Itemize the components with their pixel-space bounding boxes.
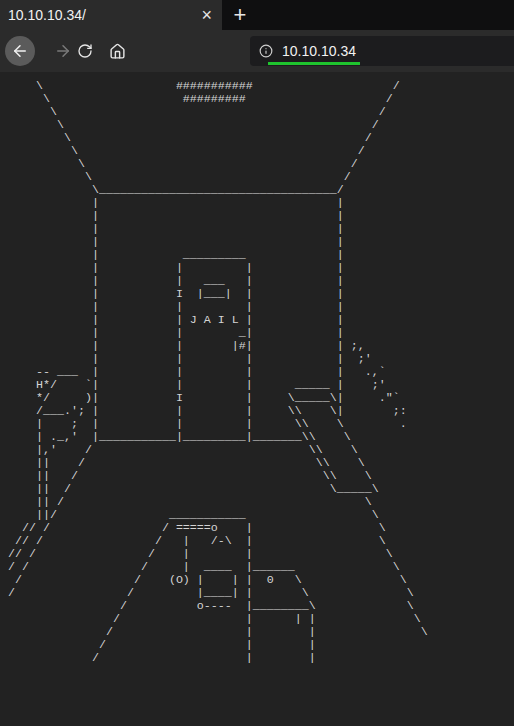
art-line: | | [8,197,514,210]
tab-strip: 10.10.10.34/ × + [0,0,514,30]
art-line: | | ___ | | [8,275,514,288]
art-line: // / / | /-\ | \ [8,535,514,548]
browser-tab[interactable]: 10.10.10.34/ × [0,0,222,30]
art-line: / | | [8,652,514,665]
ascii-art: \ ########### / \ ######### / \ / \ [8,80,514,665]
art-line: / o---- |________\ \ [8,600,514,613]
art-line: | _________ | [8,249,514,262]
address-bar[interactable]: 10.10.10.34 [250,36,514,66]
art-line: / | | [8,639,514,652]
art-line: | ._,' |___________|_________|_______\\ … [8,431,514,444]
toolbar: 10.10.10.34 [0,30,514,72]
art-line: // / / | | \ [8,548,514,561]
art-line: / / (O) | | | 0 \ \ [8,574,514,587]
art-line: | | | | [8,262,514,275]
art-line: \ / [8,119,514,132]
arrow-right-icon [54,42,72,60]
new-tab-button[interactable]: + [222,0,258,30]
art-line: | | [8,236,514,249]
art-line: | | | | [8,301,514,314]
tab-close-button[interactable]: × [201,6,212,24]
art-line: || / \ [8,496,514,509]
art-line: */ )| I | \_____\| ."` [8,392,514,405]
back-button[interactable] [5,36,35,66]
home-button[interactable] [107,36,127,66]
url-text: 10.10.10.34 [282,41,356,62]
browser-window: 10.10.10.34/ × +10.10.10.34 \ ########### … [0,0,514,726]
reload-icon [77,43,93,59]
art-line: | | _| | [8,327,514,340]
art-line: | | | | ;' [8,353,514,366]
art-line: \ ########### / [8,80,514,93]
url-highlight-underline [268,62,360,65]
art-line: \__________________________________/ [8,184,514,197]
art-line: | | J A I L | | [8,314,514,327]
art-line: | | |#| | ;, [8,340,514,353]
art-line: \ / [8,132,514,145]
art-line: /___.'; | | | \\ \| ;: [8,405,514,418]
forward-button[interactable] [53,36,73,66]
art-line: | | [8,223,514,236]
art-line: \ / [8,171,514,184]
art-line: | ; | | | \\ \ . [8,418,514,431]
art-line: / / / | ____ |______ \ [8,561,514,574]
art-line: // / / =====o | \ [8,522,514,535]
art-line: \ / [8,145,514,158]
art-line: -- ___ | | | | .,` [8,366,514,379]
art-line: |,' / \\ \ [8,444,514,457]
art-line: | I |___| | | [8,288,514,301]
art-line: / / |____| | \ \ [8,587,514,600]
art-line: / | | \ [8,626,514,639]
art-line: \ / [8,158,514,171]
page-content: \ ########### / \ ######### / \ / \ [0,72,514,726]
art-line: || / \\ \ [8,470,514,483]
art-line: || / \_____\ [8,483,514,496]
art-line: \ ######### / [8,93,514,106]
home-icon [109,43,126,60]
art-line: || / \\ \ [8,457,514,470]
reload-button[interactable] [75,36,95,66]
tab-title: 10.10.10.34/ [8,5,86,26]
art-line: \ / [8,106,514,119]
art-line: ||/ ___________ \ [8,509,514,522]
arrow-left-icon [11,42,29,60]
info-icon [259,44,273,58]
art-line: | | [8,210,514,223]
art-line: / | | | \ [8,613,514,626]
art-line: H*/ `| | | _____ | ;' [8,379,514,392]
